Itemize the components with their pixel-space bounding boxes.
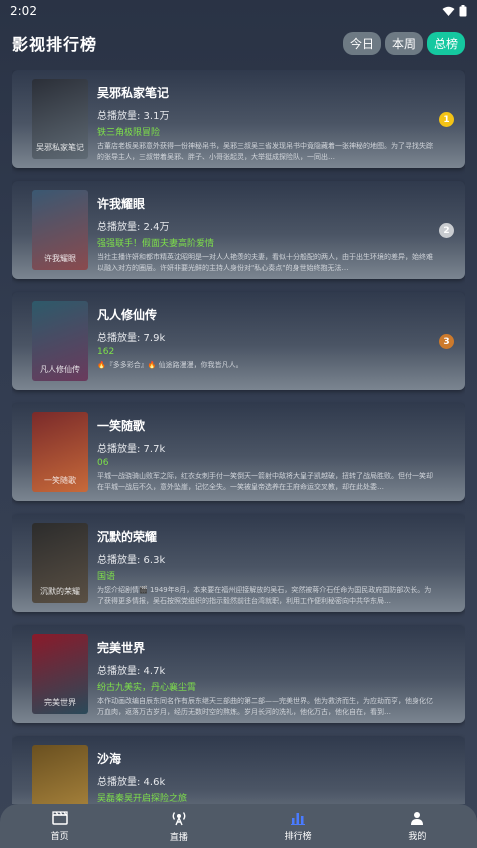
play-count: 总播放量: 4.6k	[97, 777, 166, 788]
ranking-card[interactable]: 凡人修仙传 凡人修仙传 总播放量: 7.9k 162 🔥『多多彩合』🔥 仙途路漫…	[12, 292, 465, 390]
play-count: 总播放量: 2.4万	[97, 222, 170, 233]
nav-ranking-label: 排行榜	[284, 831, 312, 842]
show-title: 沉默的荣耀	[97, 530, 158, 544]
show-description: 🔥『多多彩合』🔥 仙途路漫漫，你我皆凡人。	[97, 361, 243, 369]
status-icons	[442, 5, 467, 17]
poster-image: 凡人修仙传	[32, 301, 88, 381]
show-description: 平城一战骁骑山败军之际，红衣女刺手付一笑倒天一箭射中敌将大皇子凯越破，扭转了战局…	[97, 472, 433, 491]
nav-profile-label: 我的	[408, 831, 427, 842]
ranking-card[interactable]: 吴邪私家笔记 吴邪私家笔记 总播放量: 3.1万 铁三角极限冒险 古董店老板吴邪…	[12, 70, 465, 168]
nav-home[interactable]: 首页	[0, 810, 119, 842]
nav-home-label: 首页	[50, 831, 69, 842]
show-tagline: 国语	[97, 572, 116, 582]
battery-icon	[459, 5, 467, 17]
rank-badge: 3	[439, 334, 454, 349]
play-count: 总播放量: 7.7k	[97, 444, 166, 455]
show-title: 完美世界	[97, 641, 146, 655]
poster-caption: 完美世界	[44, 698, 76, 707]
show-description: 为您介绍剧情🎬 1949年8月，本来要在福州迎接解放的吴石，突然被蒋介石任命为国…	[97, 586, 432, 605]
live-antenna-icon	[172, 811, 186, 825]
poster-image: 完美世界	[32, 634, 88, 714]
show-description: 当社主播许妍和都市精英沈昭明是一对人人艳羡的夫妻，看似十分般配的两人，由于出生环…	[97, 253, 433, 272]
card-info: 沙海 总播放量: 4.6k 吴磊秦昊开启探险之旅	[97, 745, 433, 804]
show-title: 沙海	[97, 752, 122, 766]
play-count: 总播放量: 6.3k	[97, 555, 166, 566]
show-title: 凡人修仙传	[97, 308, 158, 322]
clapperboard-icon	[51, 810, 68, 825]
show-tagline: 06	[97, 458, 109, 468]
nav-ranking[interactable]: 排行榜	[239, 811, 358, 842]
header: 影视排行榜 今日 本周 总榜	[12, 28, 465, 58]
poster-image: 一笑随歌	[32, 412, 88, 492]
show-description: 本作动画改编自辰东同名作有辰东继天三部曲的第二部——完美世界。他为救济而生，为应…	[97, 697, 433, 716]
ranking-card[interactable]: 沙海 沙海 总播放量: 4.6k 吴磊秦昊开启探险之旅	[12, 736, 465, 804]
poster-image: 沙海	[32, 745, 88, 804]
card-info: 吴邪私家笔记 总播放量: 3.1万 铁三角极限冒险 古董店老板吴邪意外获得一份神…	[97, 79, 433, 168]
nav-live-label: 直播	[169, 832, 188, 843]
show-description: 古董店老板吴邪意外获得一份神秘帛书，吴邪三叔吴三省发现帛书中竟隐藏着一张神秘的地…	[97, 142, 433, 161]
period-tabs: 今日 本周 总榜	[342, 31, 465, 55]
tab-all-time[interactable]: 总榜	[426, 31, 465, 55]
ranking-card[interactable]: 沉默的荣耀 沉默的荣耀 总播放量: 6.3k 国语 为您介绍剧情🎬 1949年8…	[12, 514, 465, 612]
tab-week[interactable]: 本周	[384, 31, 423, 55]
poster-image: 沉默的荣耀	[32, 523, 88, 603]
card-info: 完美世界 总播放量: 4.7k 纷古九美实，丹心襄尘霄 本作动画改编自辰东同名作…	[97, 634, 433, 723]
status-bar: 2:02	[0, 0, 477, 22]
rank-badge: 2	[439, 223, 454, 238]
show-tagline: 强强联手！假面夫妻高阶爱情	[97, 239, 215, 249]
show-title: 一笑随歌	[97, 419, 146, 433]
bottom-nav: 首页 直播 排行榜 我的	[0, 804, 477, 848]
show-tagline: 纷古九美实，丹心襄尘霄	[97, 683, 197, 693]
poster-caption: 凡人修仙传	[40, 365, 80, 374]
show-title: 许我耀眼	[97, 197, 146, 211]
nav-live[interactable]: 直播	[119, 810, 238, 843]
poster-image: 许我耀眼	[32, 190, 88, 270]
show-title: 吴邪私家笔记	[97, 86, 170, 100]
ranking-card[interactable]: 一笑随歌 一笑随歌 总播放量: 7.7k 06 平城一战骁骑山败军之际，红衣女刺…	[12, 403, 465, 501]
user-icon	[411, 811, 424, 825]
nav-profile[interactable]: 我的	[358, 811, 477, 842]
show-tagline: 铁三角极限冒险	[97, 128, 161, 138]
ranking-card[interactable]: 完美世界 完美世界 总播放量: 4.7k 纷古九美实，丹心襄尘霄 本作动画改编自…	[12, 625, 465, 723]
rank-badge: 1	[439, 112, 454, 127]
poster-caption: 吴邪私家笔记	[36, 143, 84, 152]
ranking-card[interactable]: 许我耀眼 许我耀眼 总播放量: 2.4万 强强联手！假面夫妻高阶爱情 当社主播许…	[12, 181, 465, 279]
card-info: 许我耀眼 总播放量: 2.4万 强强联手！假面夫妻高阶爱情 当社主播许妍和都市精…	[97, 190, 433, 279]
ranking-list: 吴邪私家笔记 吴邪私家笔记 总播放量: 3.1万 铁三角极限冒险 古董店老板吴邪…	[12, 70, 465, 804]
show-tagline: 162	[97, 347, 115, 357]
bar-chart-icon	[291, 812, 306, 825]
poster-caption: 许我耀眼	[44, 254, 76, 263]
tab-today[interactable]: 今日	[342, 31, 381, 55]
status-time: 2:02	[10, 4, 37, 18]
play-count: 总播放量: 3.1万	[97, 111, 170, 122]
card-info: 一笑随歌 总播放量: 7.7k 06 平城一战骁骑山败军之际，红衣女刺手付一笑倒…	[97, 412, 433, 501]
page-title: 影视排行榜	[12, 35, 98, 54]
poster-caption: 沉默的荣耀	[40, 587, 80, 596]
card-info: 凡人修仙传 总播放量: 7.9k 162 🔥『多多彩合』🔥 仙途路漫漫，你我皆凡…	[97, 301, 433, 390]
poster-caption: 一笑随歌	[44, 476, 76, 485]
card-info: 沉默的荣耀 总播放量: 6.3k 国语 为您介绍剧情🎬 1949年8月，本来要在…	[97, 523, 433, 612]
poster-image: 吴邪私家笔记	[32, 79, 88, 159]
wifi-icon	[442, 6, 455, 16]
play-count: 总播放量: 7.9k	[97, 333, 166, 344]
show-tagline: 吴磊秦昊开启探险之旅	[97, 794, 188, 804]
play-count: 总播放量: 4.7k	[97, 666, 166, 677]
